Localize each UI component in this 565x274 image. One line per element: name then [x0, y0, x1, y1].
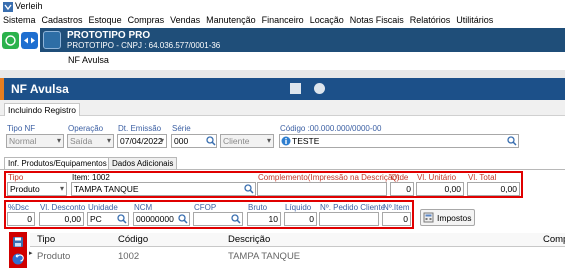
mode-tabstrip: Incluindo Registro: [0, 100, 565, 116]
codigo-search-icon[interactable]: [507, 136, 517, 146]
menu-estoque[interactable]: Estoque: [86, 14, 125, 28]
complemento-label: Complemento(Impressão na Descrição): [258, 173, 400, 182]
item-search-icon[interactable]: [244, 184, 254, 194]
menu-bar: Sistema Cadastros Estoque Compras Vendas…: [0, 14, 565, 28]
whatsapp-icon[interactable]: [2, 32, 19, 49]
save-icon[interactable]: [12, 236, 24, 248]
tab-nf-avulsa[interactable]: NF Avulsa: [40, 52, 137, 70]
col-comp[interactable]: Comp: [543, 234, 565, 245]
cfop-label: CFOP: [194, 203, 217, 212]
operacao-label: Operação: [68, 124, 104, 133]
app-icon: [3, 2, 13, 12]
col-tipo[interactable]: Tipo: [37, 234, 55, 245]
codigo-field[interactable]: TESTE: [279, 134, 519, 148]
n-item-field[interactable]: 0: [382, 212, 411, 226]
close-icon[interactable]: [314, 83, 325, 94]
grid-header: Tipo Código Descrição Comp: [30, 233, 565, 247]
menu-compras[interactable]: Compras: [125, 14, 168, 28]
qtde-label: Qtde: [391, 173, 409, 182]
menu-manutencao[interactable]: Manutenção: [203, 14, 259, 28]
company-name: PROTOTIPO PRO: [67, 30, 151, 41]
teamviewer-icon[interactable]: [21, 32, 38, 49]
menu-vendas[interactable]: Vendas: [167, 14, 203, 28]
dt-emissao-field[interactable]: 07/04/2022: [117, 134, 167, 148]
vl-unitario-field[interactable]: 0,00: [416, 182, 464, 196]
menu-relatorios[interactable]: Relatórios: [407, 14, 454, 28]
qtde-field[interactable]: 0: [390, 182, 414, 196]
row-indicator-icon: ▸: [29, 250, 33, 257]
vl-desconto-field[interactable]: 0,00: [39, 212, 84, 226]
info-icon: [281, 136, 291, 146]
form-title: NF Avulsa: [11, 82, 69, 96]
form-header: NF Avulsa: [0, 78, 565, 100]
dsc-field[interactable]: 0: [7, 212, 35, 226]
undo-icon[interactable]: [12, 253, 24, 265]
separator: [0, 70, 565, 78]
bruto-field[interactable]: 10: [247, 212, 281, 226]
title-bar: Verleih: [0, 0, 565, 14]
window-title: Verleih: [15, 1, 43, 11]
subtab-divider: [0, 169, 565, 170]
liquido-label: Líquido: [285, 203, 312, 212]
complemento-field[interactable]: [257, 182, 387, 196]
item-label: Item: 1002: [72, 173, 110, 182]
cliente-select[interactable]: Cliente: [220, 134, 274, 148]
vl-total-field[interactable]: 0,00: [467, 182, 520, 196]
cell-tipo[interactable]: Produto: [37, 251, 70, 262]
company-cnpj: PROTOTIPO - CNPJ : 64.036.577/0001-36: [67, 41, 221, 50]
menu-locacao[interactable]: Locação: [307, 14, 347, 28]
codigo-label: Código :00.000.000/0000-00: [280, 124, 382, 133]
unidade-label: Unidade: [88, 203, 118, 212]
side-actions-panel: [9, 232, 27, 268]
pedido-cliente-field[interactable]: [319, 212, 379, 226]
cell-codigo[interactable]: 1002: [118, 251, 139, 262]
tipo-nf-label: Tipo NF: [7, 124, 36, 133]
tipo-nf-select[interactable]: Normal: [6, 134, 64, 148]
item-field[interactable]: TAMPA TANQUE: [71, 182, 256, 196]
cell-descricao[interactable]: TAMPA TANQUE: [228, 251, 300, 262]
maximize-icon[interactable]: [290, 83, 301, 94]
header-accent: [0, 78, 4, 100]
bruto-label: Bruto: [248, 203, 268, 212]
tipo-label: Tipo: [8, 173, 24, 182]
pedido-cliente-label: Nº. Pedido Cliente: [320, 203, 386, 212]
ncm-search-icon[interactable]: [178, 214, 188, 224]
menu-cadastros[interactable]: Cadastros: [39, 14, 86, 28]
company-logo: [43, 31, 61, 49]
vl-unitario-label: Vl. Unitário: [417, 173, 457, 182]
menu-sistema[interactable]: Sistema: [0, 14, 39, 28]
n-item-label: Nº.Item: [383, 203, 410, 212]
serie-label: Série: [172, 124, 191, 133]
document-tabstrip: NF Avulsa: [0, 52, 565, 70]
col-codigo[interactable]: Código: [118, 234, 148, 245]
menu-financeiro[interactable]: Financeiro: [259, 14, 307, 28]
serie-search-icon[interactable]: [206, 136, 216, 146]
impostos-label: Impostos: [437, 213, 472, 223]
ncm-label: NCM: [134, 203, 153, 212]
dsc-label: %Dsc: [8, 203, 29, 212]
unidade-search-icon[interactable]: [117, 214, 127, 224]
company-banner: PROTOTIPO PRO PROTOTIPO - CNPJ : 64.036.…: [40, 28, 565, 52]
impostos-icon: [423, 212, 434, 223]
menu-utilitarios[interactable]: Utilitários: [453, 14, 496, 28]
tipo-select[interactable]: Produto: [7, 182, 67, 196]
cfop-search-icon[interactable]: [231, 214, 241, 224]
liquido-field[interactable]: 0: [284, 212, 317, 226]
tab-dados-adicionais[interactable]: Dados Adicionais: [108, 157, 178, 169]
vl-total-label: Vl. Total: [468, 173, 497, 182]
mode-tab-incluindo[interactable]: Incluindo Registro: [4, 103, 81, 116]
menu-notas-fiscais[interactable]: Notas Fiscais: [347, 14, 407, 28]
vl-desconto-label: Vl. Desconto: [40, 203, 86, 212]
dt-emissao-label: Dt. Emissão: [118, 124, 162, 133]
items-grid: Tipo Código Descrição Comp ▸ Produto 100…: [29, 233, 565, 274]
operacao-select[interactable]: Saída: [67, 134, 114, 148]
tab-inf-produtos[interactable]: Inf. Produtos/Equipamentos: [4, 157, 111, 169]
col-descricao[interactable]: Descrição: [228, 234, 270, 245]
